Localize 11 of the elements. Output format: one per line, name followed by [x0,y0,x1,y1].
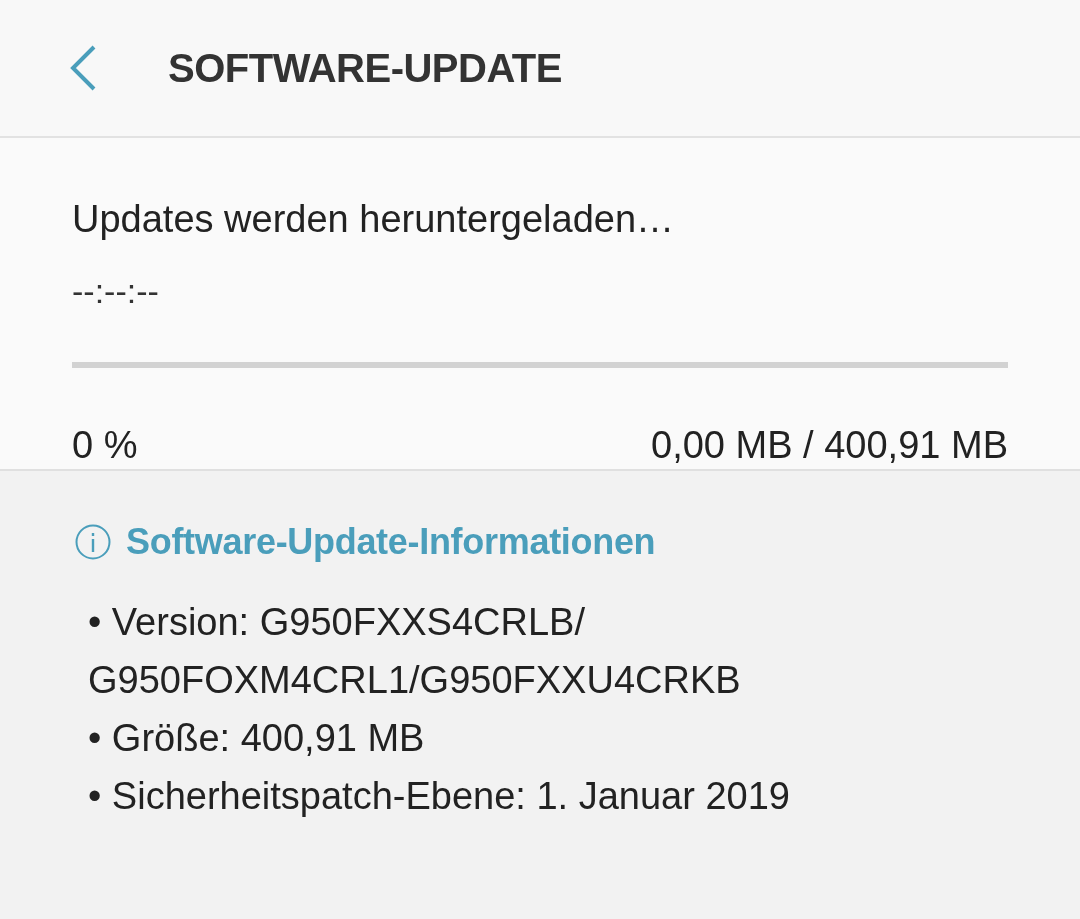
info-item: • Version: G950FXXS4CRLB/ G950FOXM4CRL1/G950FXXU4CRKB [88,600,742,703]
page-title: SOFTWARE-UPDATE [168,45,562,91]
back-icon [68,44,98,92]
percent-text: 0 % [72,423,138,468]
time-remaining: --:--:-- [72,271,160,312]
info-icon [74,523,112,561]
status-text: Updates werden heruntergeladen… [72,197,676,242]
section-heading: Software-Update-Informationen [126,521,656,563]
info-item: • Sicherheitspatch-Ebene: 1. Januar 2019 [88,774,791,819]
info-item: • Größe: 400,91 MB [88,716,426,761]
size-text: 0,00 MB / 400,91 MB [651,423,1008,468]
